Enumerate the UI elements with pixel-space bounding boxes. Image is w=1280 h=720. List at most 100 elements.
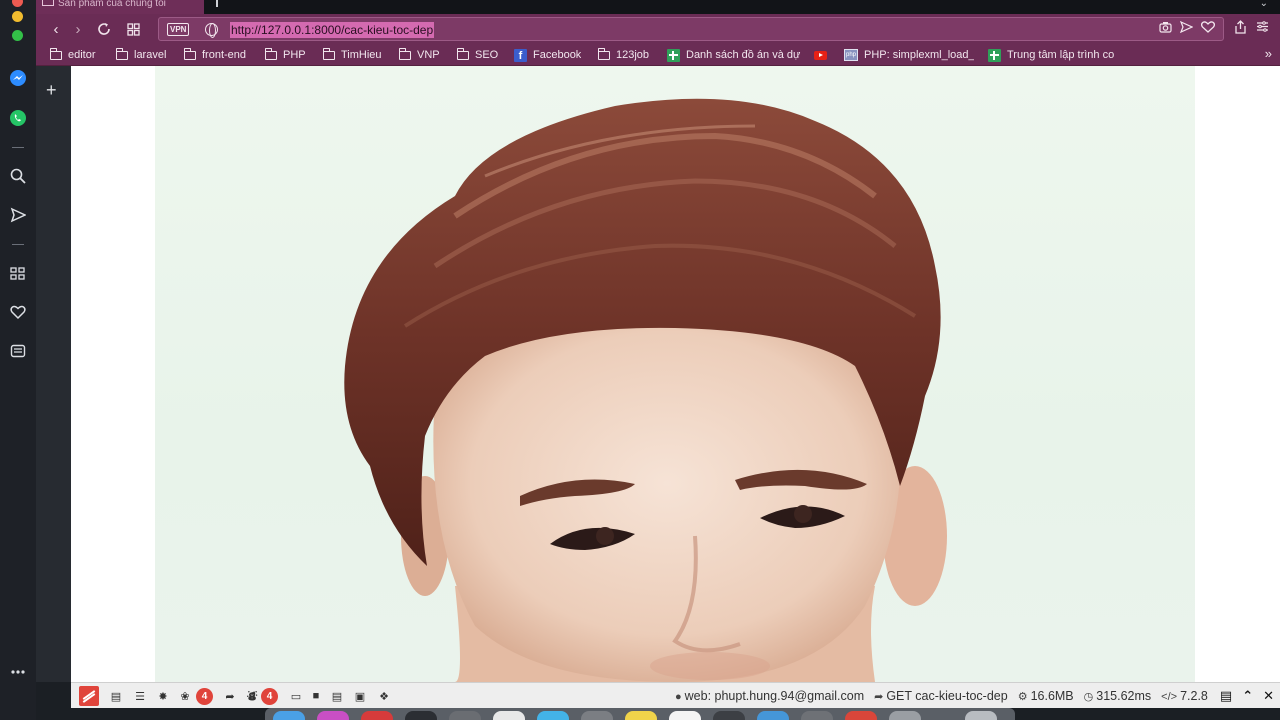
bookmark-label: PHP xyxy=(283,49,306,61)
back-button[interactable]: ‹ xyxy=(47,20,65,38)
tab-strip: Sản phẩm của chúng tôi ⌄ xyxy=(36,0,1280,14)
address-bar-tools xyxy=(1159,20,1216,36)
messages-icon[interactable]: ▤ xyxy=(109,689,123,703)
minimize-window-icon[interactable] xyxy=(12,11,23,22)
folder-icon xyxy=(323,48,335,60)
hairstyle-photo xyxy=(155,66,1195,682)
send-page-icon[interactable] xyxy=(1179,20,1194,36)
forward-button[interactable]: › xyxy=(69,20,87,38)
dock-app-icon[interactable] xyxy=(493,711,525,720)
whatsapp-icon[interactable] xyxy=(8,108,28,128)
news-icon[interactable] xyxy=(8,341,28,361)
dock-app-icon[interactable] xyxy=(581,711,613,720)
debugbar-info: ● web: phupt.hung.94@gmail.com ➦ GET cac-k… xyxy=(675,683,1274,709)
tiles-icon[interactable] xyxy=(124,20,142,38)
gate-list-icon[interactable]: ▤ xyxy=(330,689,344,703)
messenger-icon[interactable] xyxy=(8,68,28,88)
php-icon: php xyxy=(844,49,858,61)
dock-app-icon[interactable] xyxy=(889,711,921,720)
dock-trash-icon[interactable] xyxy=(965,711,997,720)
timeline-icon[interactable]: ☰ xyxy=(133,689,147,703)
new-tab-button[interactable] xyxy=(216,0,218,7)
debugbar-route[interactable]: ➦ GET cac-kieu-toc-dep xyxy=(874,689,1008,703)
auth-lock-icon[interactable]: ■ xyxy=(309,689,323,703)
bookmark-timhieu[interactable]: TimHieu xyxy=(323,48,382,62)
bookmark-editor[interactable]: editor xyxy=(50,48,96,62)
bookmark-seo[interactable]: SEO xyxy=(457,48,498,62)
easy-setup-icon[interactable] xyxy=(1256,20,1269,36)
tab-menu-chevron-icon[interactable]: ⌄ xyxy=(1260,0,1268,9)
bookmark-php-simplexml[interactable]: php PHP: simplexml_load_ xyxy=(844,48,974,62)
user-label: web: phupt.hung.94@gmail.com xyxy=(684,689,865,703)
views-count-badge: 4 xyxy=(196,688,213,705)
exceptions-bug-icon[interactable]: ✸ xyxy=(156,689,170,703)
send-icon[interactable] xyxy=(8,205,28,225)
bookmark-label: 123job xyxy=(616,49,650,61)
globe-icon[interactable] xyxy=(205,23,218,38)
session-archive-icon[interactable]: ▣ xyxy=(353,689,367,703)
folder-icon xyxy=(457,48,469,60)
debugbar-time[interactable]: ◷ 315.62ms xyxy=(1084,689,1152,703)
bookmark-php[interactable]: PHP xyxy=(265,48,306,62)
debugbar-logo-icon[interactable] xyxy=(79,686,99,706)
share-icon[interactable] xyxy=(1234,20,1247,37)
route-share-icon[interactable]: ➦ xyxy=(223,689,237,703)
bookmark-danh-sach-do-an[interactable]: Danh sách đồ án và dự xyxy=(667,48,812,62)
dock-app-icon[interactable] xyxy=(317,711,349,720)
bookmark-label: laravel xyxy=(134,49,167,61)
bookmark-laravel[interactable]: laravel xyxy=(116,48,166,62)
maximize-window-icon[interactable] xyxy=(12,30,23,41)
dock-app-icon[interactable] xyxy=(625,711,657,720)
dock-app-icon[interactable] xyxy=(405,711,437,720)
cogs-icon: ⚙ xyxy=(1017,691,1028,703)
mails-inbox-icon[interactable]: ▭ xyxy=(289,689,303,703)
bookmark-vnp[interactable]: VNP xyxy=(399,48,440,62)
bookmark-front-end[interactable]: front-end xyxy=(184,48,246,62)
share-arrow-icon: ➦ xyxy=(874,691,884,703)
debugbar-memory[interactable]: ⚙ 16.6MB xyxy=(1018,689,1074,703)
bookmarks-overflow-icon[interactable]: » xyxy=(1265,46,1272,61)
add-panel-icon[interactable]: + xyxy=(46,80,57,101)
camera-icon[interactable] xyxy=(1159,21,1172,36)
dock-app-icon[interactable] xyxy=(273,711,305,720)
bookmark-youtube[interactable] xyxy=(814,48,827,62)
debugbar-controls: ▤ ⌃ ✕ xyxy=(1220,688,1274,704)
dock-app-icon[interactable] xyxy=(845,711,877,720)
bookmark-label: TimHieu xyxy=(341,49,382,61)
queries-count-badge: 4 xyxy=(261,688,278,705)
clock-icon: ◷ xyxy=(1083,691,1094,703)
queries-database-icon[interactable]: ⛇ xyxy=(245,689,259,703)
tab-active[interactable]: Sản phẩm của chúng tôi xyxy=(36,0,204,14)
close-debugbar-icon[interactable]: ✕ xyxy=(1263,688,1274,704)
views-leaf-icon[interactable]: ❀ xyxy=(178,689,192,703)
bookmark-heart-icon[interactable] xyxy=(1200,21,1216,36)
speed-dial-icon[interactable] xyxy=(8,263,28,283)
close-window-icon[interactable] xyxy=(12,0,23,7)
bookmark-facebook[interactable]: f Facebook xyxy=(514,48,581,62)
route-label: GET cac-kieu-toc-dep xyxy=(886,689,1008,703)
address-bar[interactable]: VPN http://127.0.0.1:8000/cac-kieu-toc-d… xyxy=(158,17,1224,41)
bookmark-trung-tam-lap-trinh[interactable]: Trung tâm lập trình co xyxy=(988,48,1116,62)
search-icon[interactable] xyxy=(8,166,28,186)
request-tags-icon[interactable]: ❖ xyxy=(377,689,391,703)
reload-button[interactable] xyxy=(95,20,113,38)
bookmark-123job[interactable]: 123job xyxy=(598,48,649,62)
dock-app-icon[interactable] xyxy=(801,711,833,720)
dock-app-icon[interactable] xyxy=(669,711,701,720)
heart-icon[interactable] xyxy=(8,302,28,322)
dock-app-icon[interactable] xyxy=(713,711,745,720)
more-options-icon[interactable] xyxy=(8,662,28,682)
bookmark-label: PHP: simplexml_load_ xyxy=(864,49,974,61)
debugbar-user[interactable]: ● web: phupt.hung.94@gmail.com xyxy=(675,689,864,703)
bookmarks-bar: editor laravel front-end PHP TimHieu VNP… xyxy=(36,44,1280,66)
tab-favicon-icon xyxy=(42,0,54,6)
open-folder-icon[interactable]: ▤ xyxy=(1220,688,1232,704)
maximize-chevron-up-icon[interactable]: ⌃ xyxy=(1242,688,1253,704)
dock-app-icon[interactable] xyxy=(537,711,569,720)
dock-app-icon[interactable] xyxy=(449,711,481,720)
debugbar-php-version[interactable]: </> 7.2.8 xyxy=(1161,689,1208,703)
dock-app-icon[interactable] xyxy=(361,711,393,720)
url-text[interactable]: http://127.0.0.1:8000/cac-kieu-toc-dep xyxy=(230,22,435,38)
dock-app-icon[interactable] xyxy=(757,711,789,720)
vpn-badge[interactable]: VPN xyxy=(167,23,190,36)
